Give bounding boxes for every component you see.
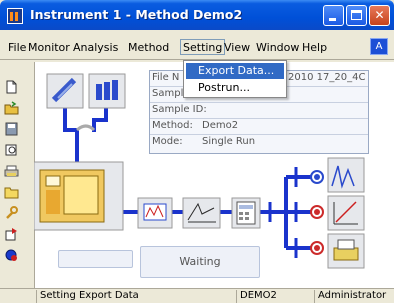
valve-3-icon[interactable] [310,241,324,255]
valve-1-icon[interactable] [310,170,324,184]
gc-status-box [58,250,133,268]
application-window: Instrument 1 - Method Demo2 ✕ File Monit… [0,0,394,303]
menu-method[interactable]: Method [128,40,169,56]
status-message: Setting Export Data [36,290,236,303]
menu-monitor[interactable]: Monitor [28,40,70,56]
menu-item-export-data[interactable]: Export Data... [186,63,284,79]
close-button[interactable]: ✕ [369,5,390,26]
report-calculator-icon[interactable] [231,197,261,229]
method-label: Method: [152,120,193,131]
pump-b-icon[interactable] [88,73,126,109]
valve-2-icon[interactable] [310,205,324,219]
maximize-button[interactable] [346,5,367,26]
close-icon: ✕ [374,8,385,22]
sample-id-label: Sample ID: [152,104,207,115]
printer-output-icon[interactable] [327,233,365,269]
gc-instrument-icon[interactable] [34,161,124,231]
menu-window[interactable]: Window [256,40,299,56]
menu-view[interactable]: View [224,40,250,56]
minimize-icon [329,18,336,21]
window-title: Instrument 1 - Method Demo2 [30,7,243,22]
minimize-button[interactable] [323,5,344,26]
mode-value: Single Run [202,136,256,147]
info-row-mode: Mode: Single Run [150,135,368,151]
menu-analysis[interactable]: Analysis [73,40,118,56]
menu-help[interactable]: Help [302,40,327,56]
settings-icon[interactable] [4,248,19,262]
pump-a-icon[interactable] [46,73,84,109]
run-icon[interactable] [4,227,19,241]
info-row-method: Method: Demo2 [150,119,368,135]
integrator-icon[interactable] [182,197,221,229]
app-icon[interactable] [7,8,23,24]
menu-setting[interactable]: Setting [180,39,226,55]
status-method: DEMO2 [236,290,312,303]
info-row-sample-id: Sample ID: [150,103,368,119]
mode-label: Mode: [152,136,183,147]
print-icon[interactable] [4,164,19,178]
method-value: Demo2 [202,120,239,131]
calibration-curve-icon[interactable] [327,195,365,231]
file-name-label: File N [152,72,180,83]
detector-icon[interactable] [137,197,173,229]
save-disk-icon[interactable] [4,122,19,136]
open-folder-icon[interactable] [4,101,19,115]
status-bar: Setting Export Data DEMO2 Administrator [0,288,394,303]
file-name-value: 2010 17_20_4C [288,72,366,83]
menu-item-postrun[interactable]: Postrun... [186,80,284,96]
new-document-icon[interactable] [4,80,19,94]
folder-icon[interactable] [4,185,19,199]
setting-menu-dropdown: Export Data... Postrun... [183,60,287,98]
wrench-icon[interactable] [4,206,19,220]
print-preview-icon[interactable] [4,143,19,157]
menu-file[interactable]: File [8,40,26,56]
title-bar[interactable]: Instrument 1 - Method Demo2 ✕ [0,0,394,30]
run-status-box: Waiting [140,246,260,278]
menu-bar: File Monitor Analysis Method Setting Vie… [0,36,394,58]
left-toolbar [0,70,22,280]
peak-report-icon[interactable] [327,157,365,193]
status-user: Administrator [314,290,394,303]
maximize-icon [351,10,362,20]
help-about-icon[interactable]: A [370,38,388,55]
